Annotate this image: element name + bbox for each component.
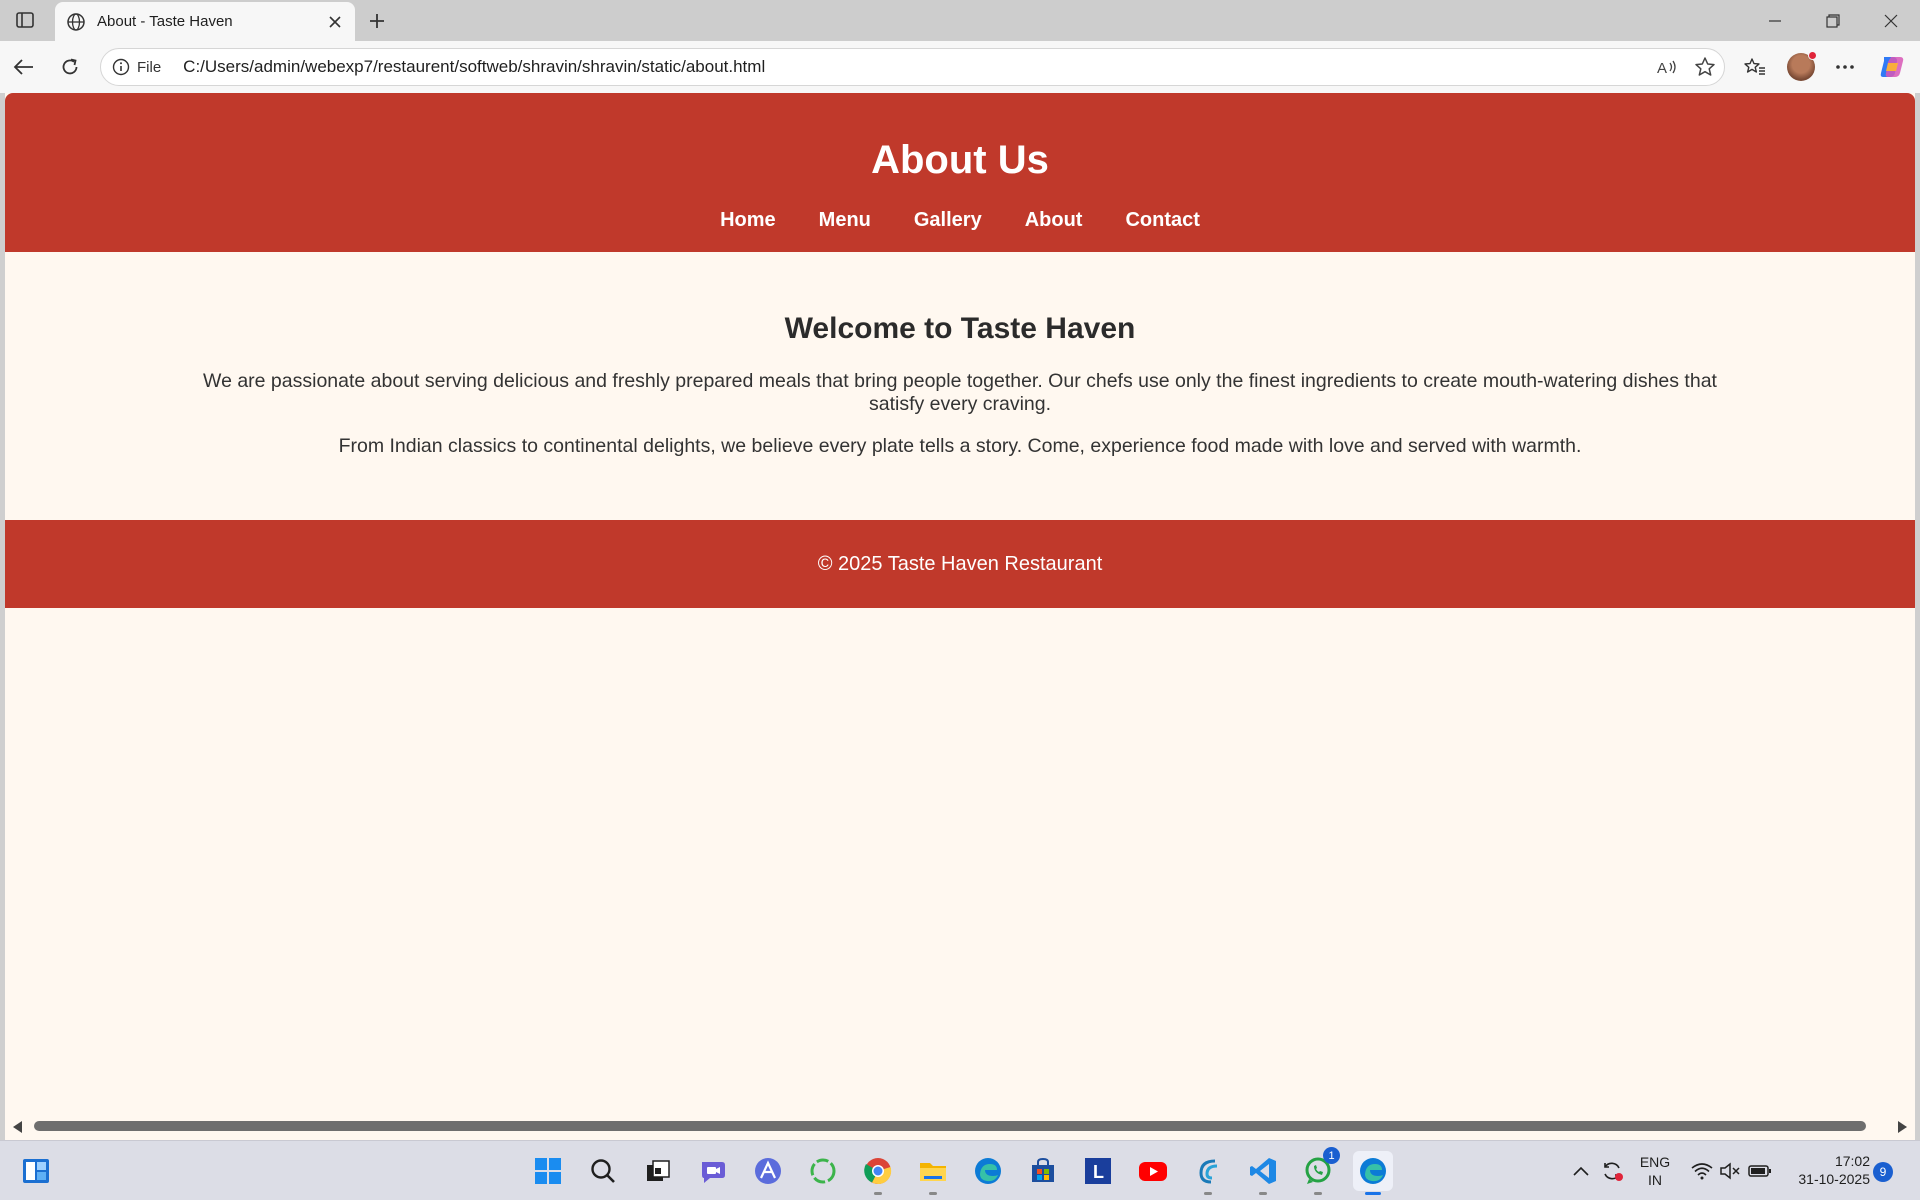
running-indicator <box>1314 1192 1322 1195</box>
nav-link-about[interactable]: About <box>1025 209 1083 232</box>
section-heading: Welcome to Taste Haven <box>784 312 1136 345</box>
wifi-icon[interactable] <box>1690 1159 1714 1183</box>
scroll-left-arrow-icon[interactable] <box>13 1121 22 1133</box>
running-indicator <box>929 1192 937 1195</box>
wave-app-icon[interactable] <box>1188 1151 1228 1195</box>
nav-link-home[interactable]: Home <box>720 209 776 232</box>
sidebar-toggle-icon[interactable] <box>12 8 38 32</box>
new-tab-button[interactable] <box>362 6 392 36</box>
page-viewport: About Us Home Menu Gallery About Contact… <box>5 93 1915 1140</box>
running-indicator <box>1204 1192 1212 1195</box>
widgets-icon[interactable] <box>16 1151 56 1191</box>
favorites-icon[interactable] <box>1738 50 1772 84</box>
favorite-star-icon[interactable] <box>1686 50 1724 84</box>
site-info-icon[interactable] <box>111 57 131 77</box>
browser-tab-active[interactable]: About - Taste Haven <box>55 2 355 41</box>
chrome-icon[interactable] <box>858 1151 898 1195</box>
nav-link-gallery[interactable]: Gallery <box>914 209 982 232</box>
task-view-icon[interactable] <box>638 1151 678 1191</box>
address-bar[interactable]: File C:/Users/admin/webexp7/restaurent/s… <box>100 48 1725 86</box>
windows-taskbar: L 1 ENG IN 17:02 31-10-2025 9 <box>0 1140 1920 1200</box>
whatsapp-icon[interactable]: 1 <box>1298 1147 1340 1195</box>
notification-dot <box>1808 51 1817 60</box>
clock[interactable]: 17:02 31-10-2025 <box>1786 1152 1870 1188</box>
horizontal-scrollbar[interactable] <box>5 1118 1915 1134</box>
proton-app-icon[interactable] <box>748 1151 788 1191</box>
nav-link-contact[interactable]: Contact <box>1125 209 1199 232</box>
running-indicator <box>1259 1192 1267 1195</box>
vscode-icon[interactable] <box>1243 1151 1283 1195</box>
battery-icon[interactable] <box>1748 1159 1772 1183</box>
volume-muted-icon[interactable] <box>1718 1159 1742 1183</box>
url-scheme-label: File <box>137 58 162 76</box>
site-footer: © 2025 Taste Haven Restaurant <box>5 520 1915 608</box>
youtube-icon[interactable] <box>1133 1151 1173 1191</box>
minimize-button[interactable] <box>1746 0 1804 41</box>
sync-status-icon[interactable] <box>1600 1159 1624 1183</box>
running-indicator <box>874 1192 882 1195</box>
app-l-icon[interactable]: L <box>1078 1151 1118 1191</box>
edge-active-icon[interactable] <box>1353 1151 1393 1195</box>
profile-avatar[interactable] <box>1787 51 1817 81</box>
browser-tab-bar: About - Taste Haven <box>0 0 1920 41</box>
file-explorer-icon[interactable] <box>913 1151 953 1195</box>
notification-count-badge[interactable]: 9 <box>1873 1162 1893 1182</box>
copilot-icon[interactable] <box>1878 53 1906 81</box>
scroll-right-arrow-icon[interactable] <box>1898 1121 1907 1133</box>
about-paragraph-2: From Indian classics to continental deli… <box>338 435 1582 457</box>
site-header: About Us Home Menu Gallery About Contact <box>5 93 1915 252</box>
refresh-icon[interactable] <box>53 50 87 84</box>
edge-icon[interactable] <box>968 1151 1008 1191</box>
about-paragraph-1: We are passionate about serving deliciou… <box>203 370 1717 415</box>
read-aloud-icon[interactable]: A <box>1648 50 1686 84</box>
url-text[interactable]: C:/Users/admin/webexp7/restaurent/softwe… <box>183 57 1648 77</box>
search-icon[interactable] <box>583 1151 623 1191</box>
globe-icon <box>65 11 87 33</box>
about-section: Welcome to Taste Haven We are passionate… <box>5 252 1915 458</box>
more-menu-icon[interactable] <box>1828 50 1862 84</box>
scrollbar-thumb[interactable] <box>34 1121 1866 1131</box>
app-l-label: L <box>1093 1162 1104 1182</box>
meet-chat-icon[interactable] <box>693 1151 733 1191</box>
tab-close-icon[interactable] <box>321 8 349 36</box>
main-nav: Home Menu Gallery About Contact <box>5 209 1915 232</box>
footer-copyright: © 2025 Taste Haven Restaurant <box>817 552 1103 575</box>
chevron-up-icon[interactable] <box>1569 1159 1593 1183</box>
svg-text:A: A <box>1657 60 1667 77</box>
start-windows-icon[interactable] <box>528 1151 568 1191</box>
language-indicator[interactable]: ENG IN <box>1637 1153 1673 1189</box>
page-title: About Us <box>871 138 1049 182</box>
tab-title: About - Taste Haven <box>97 13 233 30</box>
language-code: ENG <box>1639 1154 1671 1170</box>
back-arrow-icon[interactable] <box>7 50 41 84</box>
microsoft-store-icon[interactable] <box>1023 1151 1063 1191</box>
clock-date: 31-10-2025 <box>1798 1171 1870 1187</box>
active-indicator <box>1365 1192 1381 1195</box>
nav-link-menu[interactable]: Menu <box>819 209 871 232</box>
whatsapp-badge: 1 <box>1323 1147 1340 1164</box>
clock-time: 17:02 <box>1834 1153 1870 1169</box>
restore-button[interactable] <box>1804 0 1862 41</box>
language-region: IN <box>1648 1172 1662 1188</box>
sync-app-icon[interactable] <box>803 1151 843 1191</box>
browser-toolbar: File C:/Users/admin/webexp7/restaurent/s… <box>0 41 1920 93</box>
close-window-button[interactable] <box>1862 0 1920 41</box>
